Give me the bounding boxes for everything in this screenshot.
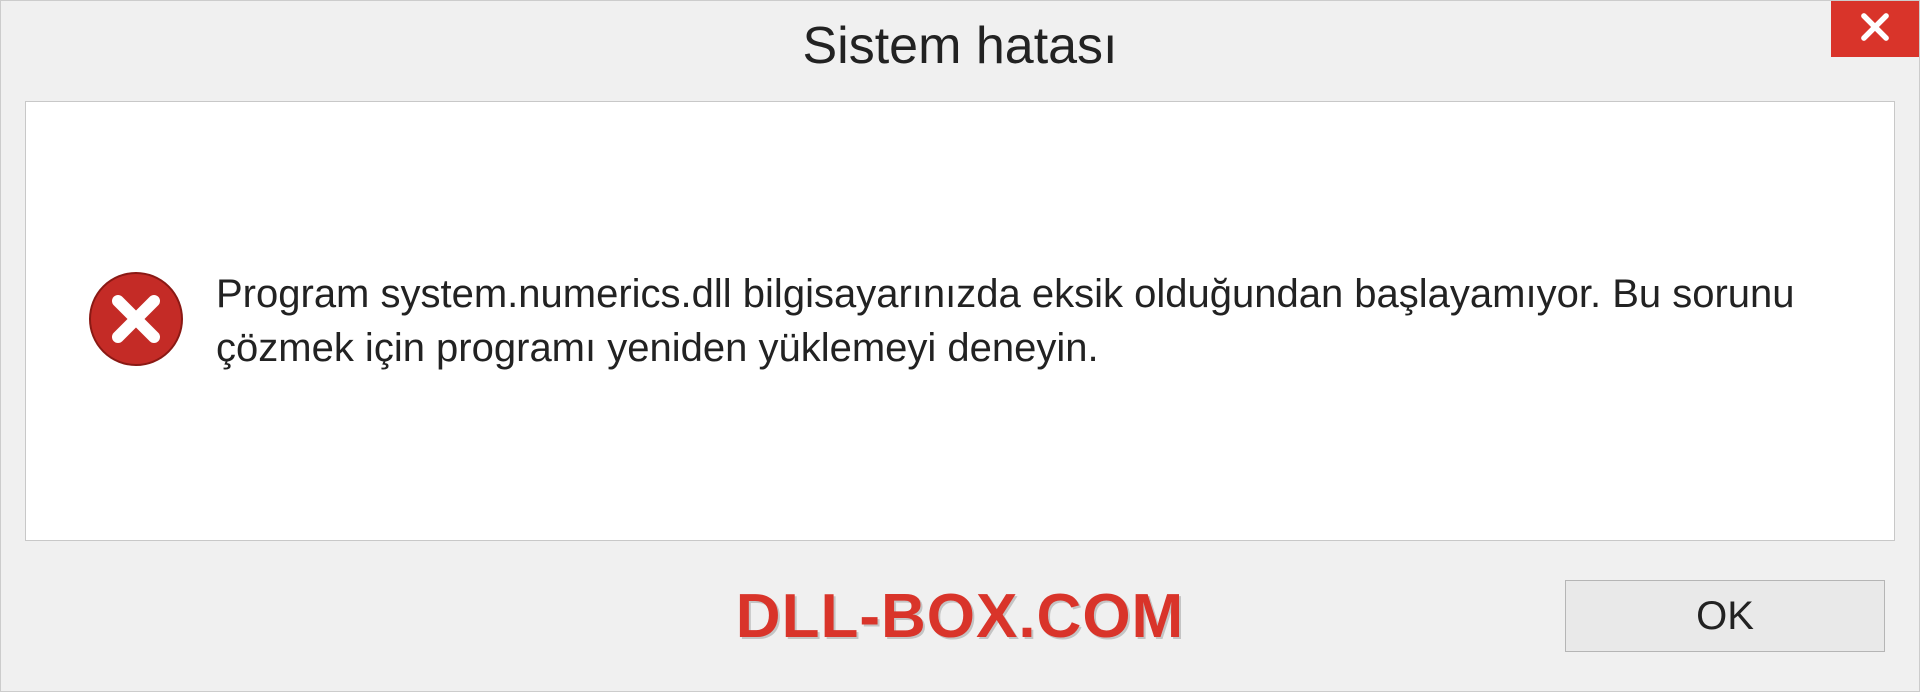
close-icon <box>1856 8 1894 51</box>
error-icon <box>86 269 186 374</box>
dialog-title: Sistem hatası <box>802 16 1117 76</box>
close-button[interactable] <box>1831 1 1919 57</box>
dialog-footer: DLL-BOX.COM OK <box>1 561 1919 691</box>
titlebar: Sistem hatası <box>1 1 1919 91</box>
ok-button-label: OK <box>1696 594 1754 639</box>
error-message: Program system.numerics.dll bilgisayarın… <box>216 267 1834 375</box>
brand-watermark: DLL-BOX.COM <box>736 581 1184 652</box>
ok-button[interactable]: OK <box>1565 580 1885 652</box>
dialog-content: Program system.numerics.dll bilgisayarın… <box>25 101 1895 541</box>
